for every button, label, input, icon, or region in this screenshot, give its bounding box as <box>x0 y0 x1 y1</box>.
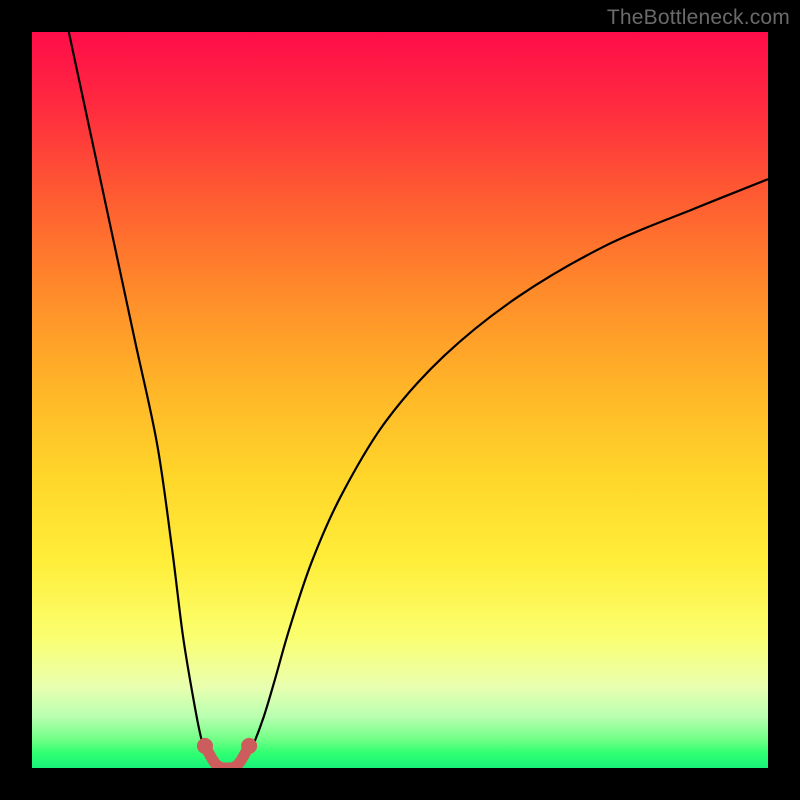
chart-frame: TheBottleneck.com <box>0 0 800 800</box>
curve-left-branch <box>69 32 216 768</box>
plot-area <box>32 32 768 768</box>
bottom-marker-dot <box>241 738 257 754</box>
curve-right-branch <box>238 179 768 768</box>
curve-overlay <box>32 32 768 768</box>
watermark-text: TheBottleneck.com <box>607 6 790 30</box>
bottom-marker-dot <box>197 738 213 754</box>
bottom-marker-dots <box>197 738 257 754</box>
